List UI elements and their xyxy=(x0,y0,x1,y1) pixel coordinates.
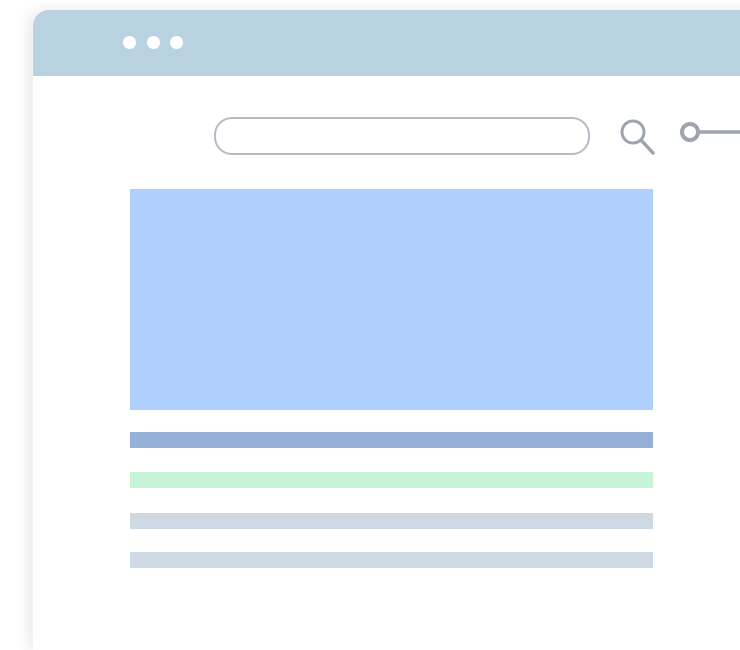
highlight-line xyxy=(130,472,653,488)
search-icon[interactable] xyxy=(617,116,657,156)
search-input[interactable] xyxy=(214,117,590,155)
title-bar xyxy=(33,10,740,76)
window-control-dot[interactable] xyxy=(123,36,136,49)
text-line xyxy=(130,513,653,529)
window-control-dot[interactable] xyxy=(147,36,160,49)
key-icon[interactable] xyxy=(678,120,740,144)
browser-window xyxy=(33,10,740,650)
hero-image-placeholder xyxy=(130,189,653,410)
heading-line xyxy=(130,432,653,448)
text-line xyxy=(130,552,653,568)
window-control-dot[interactable] xyxy=(170,36,183,49)
